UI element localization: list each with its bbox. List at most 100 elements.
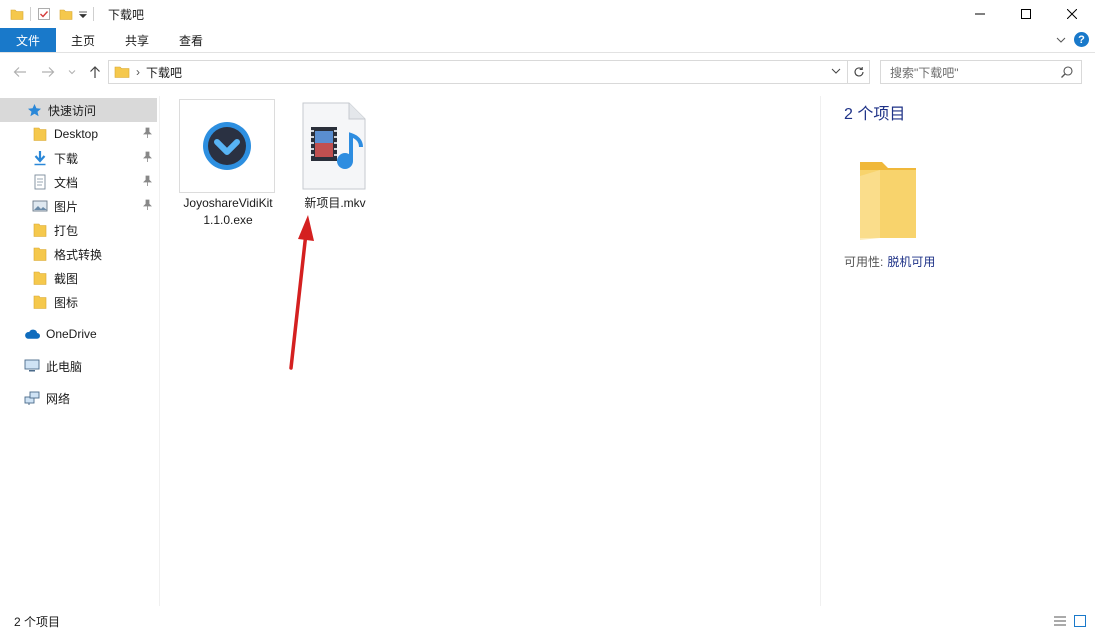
chevron-down-icon (68, 70, 76, 75)
customize-toolbar-dropdown-icon[interactable] (79, 10, 87, 18)
sidebar-item-icons[interactable]: 图标 (0, 290, 157, 314)
expand-ribbon-chevron-icon[interactable] (1056, 35, 1066, 45)
recent-locations-button[interactable] (64, 64, 80, 80)
tab-view[interactable]: 查看 (164, 28, 218, 52)
breadcrumb-separator: › (136, 65, 140, 79)
sidebar-item-pictures[interactable]: 图片 (0, 194, 157, 218)
sidebar-item-label: 图标 (54, 295, 79, 310)
file-thumbnail (179, 99, 275, 193)
maximize-button[interactable] (1003, 0, 1049, 28)
back-button[interactable] (12, 64, 28, 80)
large-icons-view-icon[interactable] (1073, 614, 1087, 628)
joyoshare-app-icon (203, 122, 251, 170)
availability: 可用性: 脱机可用 (844, 253, 935, 270)
download-arrow-icon (32, 150, 48, 166)
video-file-icon (302, 102, 366, 190)
help-icon[interactable]: ? (1074, 32, 1089, 47)
sidebar-item-label: OneDrive (46, 327, 97, 341)
item-count: 2 个项目 (844, 106, 906, 123)
address-row: › 下载吧 搜索"下载吧" (0, 58, 1095, 86)
sidebar-item-onedrive[interactable]: OneDrive (0, 322, 157, 346)
separator (30, 7, 31, 21)
file-item[interactable]: 新项目.mkv (286, 99, 384, 212)
sidebar-item-quick-access[interactable]: 快速访问 (0, 98, 157, 122)
tab-home[interactable]: 主页 (56, 28, 110, 52)
file-name: JoyoshareVidiKit1.1.0.exe (183, 196, 273, 227)
folder-icon (32, 222, 48, 238)
properties-check-icon[interactable] (37, 7, 51, 21)
sidebar-item-label: 文档 (54, 175, 79, 190)
sidebar-item-label: 下载 (54, 151, 79, 166)
window-controls (957, 0, 1095, 28)
computer-icon (24, 358, 40, 374)
refresh-button[interactable] (848, 60, 870, 84)
details-pane: 2 个项目 可用性: 脱机可用 (820, 96, 1080, 606)
sidebar-item-dabao[interactable]: 打包 (0, 218, 157, 242)
pin-icon[interactable] (141, 151, 153, 163)
sidebar-item-screenshots[interactable]: 截图 (0, 266, 157, 290)
pin-icon[interactable] (141, 199, 153, 211)
file-name: 新项目.mkv (304, 196, 366, 210)
document-icon (32, 174, 48, 190)
new-folder-icon[interactable] (59, 7, 73, 21)
availability-value: 脱机可用 (887, 255, 936, 269)
folder-icon (32, 270, 48, 286)
view-switcher (1053, 614, 1087, 628)
back-arrow-icon (13, 67, 26, 77)
sidebar-item-label: Desktop (54, 127, 99, 141)
window-title: 下载吧 (108, 7, 145, 22)
file-list: JoyoshareVidiKit1.1.0.exe 新项目.mkv (160, 96, 820, 606)
sidebar-item-desktop[interactable]: Desktop (0, 122, 157, 146)
pin-icon[interactable] (141, 127, 153, 139)
sidebar-item-label: 截图 (54, 271, 79, 286)
tab-file[interactable]: 文件 (0, 28, 56, 52)
sidebar-item-label: 此电脑 (46, 359, 83, 374)
title-bar: 下载吧 (0, 0, 1095, 28)
ribbon-tabs: 文件 主页 共享 查看 ? (0, 28, 1095, 53)
up-button[interactable] (87, 64, 103, 80)
search-input[interactable]: 搜索"下载吧" (880, 60, 1082, 84)
folder-icon (32, 126, 48, 142)
folder-icon (32, 246, 48, 262)
sidebar-item-format-convert[interactable]: 格式转换 (0, 242, 157, 266)
folder-icon (860, 162, 916, 240)
sidebar-item-label: 图片 (54, 199, 79, 214)
sidebar-item-label: 快速访问 (48, 103, 97, 118)
search-icon[interactable] (1060, 65, 1074, 79)
tab-share[interactable]: 共享 (110, 28, 164, 52)
details-view-icon[interactable] (1053, 614, 1067, 628)
sidebar-item-label: 格式转换 (54, 247, 103, 262)
sidebar-item-documents[interactable]: 文档 (0, 170, 157, 194)
address-dropdown-icon[interactable] (831, 66, 841, 76)
close-button[interactable] (1049, 0, 1095, 28)
forward-button[interactable] (40, 64, 56, 80)
sidebar-item-this-pc[interactable]: 此电脑 (0, 354, 157, 378)
status-count: 2 个项目 (14, 615, 61, 629)
sidebar-item-downloads[interactable]: 下载 (0, 146, 157, 170)
breadcrumb-item[interactable]: 下载吧 (146, 64, 182, 81)
folder-icon (114, 66, 130, 78)
sidebar-item-label: 打包 (54, 223, 79, 238)
status-bar: 2 个项目 (0, 610, 1095, 633)
star-icon (26, 102, 42, 118)
address-bar[interactable]: › 下载吧 (108, 60, 848, 84)
network-icon (24, 390, 40, 406)
folder-icon[interactable] (10, 7, 24, 21)
minimize-icon (975, 13, 985, 15)
sidebar-item-network[interactable]: 网络 (0, 386, 157, 410)
file-item[interactable]: JoyoshareVidiKit1.1.0.exe (179, 99, 277, 229)
red-arrow-annotation (289, 215, 314, 370)
folder-icon (32, 294, 48, 310)
availability-label: 可用性: (844, 255, 884, 269)
ribbon-controls: ? (1056, 32, 1089, 47)
search-placeholder: 搜索"下载吧" (890, 65, 959, 80)
close-icon (1067, 9, 1077, 19)
pin-icon[interactable] (141, 175, 153, 187)
maximize-icon (1021, 9, 1031, 19)
navigation-pane: 快速访问 Desktop 下载 文档 图片 打包 格式转换 截图 图标 OneD… (0, 96, 160, 606)
cloud-icon (24, 326, 40, 342)
sidebar-item-label: 网络 (46, 391, 71, 406)
minimize-button[interactable] (957, 0, 1003, 28)
separator (93, 7, 94, 21)
refresh-icon (853, 67, 864, 77)
